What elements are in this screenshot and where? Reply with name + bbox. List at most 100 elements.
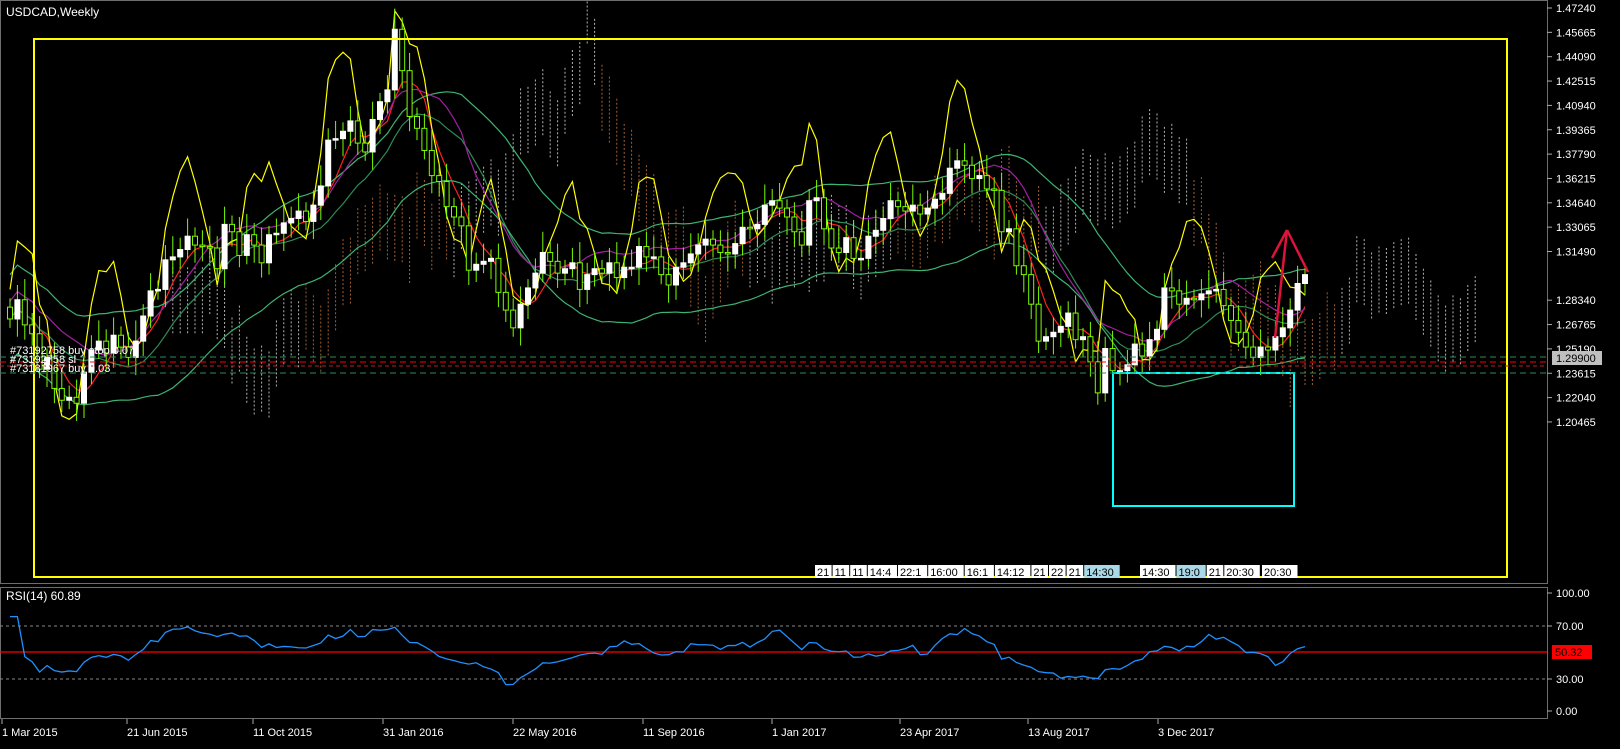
candle-body (1213, 288, 1220, 292)
candle-body (1176, 290, 1183, 305)
time-chip-label: 20:30 (1226, 567, 1254, 579)
time-chip-label: 11 (852, 567, 863, 579)
candle-body (902, 206, 909, 212)
candle-body (66, 396, 73, 401)
price-tick-label: 1.47240 (1556, 3, 1596, 15)
candle-body (665, 274, 672, 286)
candle-body (199, 244, 206, 248)
time-tick-label: 11 Sep 2016 (643, 727, 705, 739)
ma-purple (9, 88, 1306, 357)
price-tick-label: 1.44090 (1556, 52, 1596, 64)
candle-body (1043, 336, 1049, 342)
candle-body (599, 268, 605, 274)
chart-window[interactable]: 1.47240 1.45665 1.44090 1.42515 1.40940 1.393… (0, 0, 1620, 744)
price-tick-label: 1.45665 (1556, 27, 1596, 39)
time-axis[interactable]: 1 Mar 2015 21 Jun 2015 11 Oct 2015 31 Jan 2… (1, 719, 1214, 739)
candle-body (539, 251, 546, 274)
candle-body (724, 251, 731, 255)
rsi-title: RSI(14) 60.89 (6, 589, 81, 603)
candle-body (791, 216, 798, 233)
candle-body (821, 197, 827, 230)
candle-body (473, 263, 480, 271)
candle-body (850, 237, 857, 259)
time-chip-label: 22:1 (900, 567, 921, 579)
candle-body (1242, 331, 1249, 348)
candle-body (1020, 265, 1027, 276)
price-axis[interactable]: 1.47240 1.45665 1.44090 1.42515 1.40940 1.393… (1547, 3, 1596, 429)
candle-body (7, 306, 13, 320)
price-tick-label: 1.31490 (1556, 247, 1596, 259)
candle-body (1220, 288, 1227, 307)
candle-body (858, 257, 864, 261)
candle-body (1050, 331, 1057, 338)
price-tick-label: 1.42515 (1556, 76, 1596, 88)
candle-body (1117, 370, 1123, 373)
time-tick-label: 31 Jan 2016 (383, 727, 444, 739)
candle-body (1168, 287, 1175, 292)
candle-body (1183, 297, 1190, 305)
time-tick-label: 21 Jun 2015 (127, 727, 188, 739)
candle-body (1198, 293, 1205, 301)
candle-body (465, 225, 472, 271)
candle-body (643, 246, 650, 258)
order-label-buy: #73181967 buy 0.03 (10, 363, 110, 375)
candle-body (406, 70, 413, 117)
candle-body (147, 290, 154, 317)
time-tick-label: 13 Aug 2017 (1028, 727, 1090, 739)
time-chip-label: 14:30 (1086, 567, 1114, 579)
candle-body (991, 188, 998, 191)
candle-body (155, 288, 161, 292)
candle-body (806, 200, 813, 246)
candle-body (1272, 336, 1279, 351)
candle-body (414, 115, 420, 129)
candle-body (1235, 319, 1242, 333)
candle-body (739, 226, 746, 245)
candle-body (1287, 309, 1294, 329)
candle-body (932, 198, 938, 209)
candle-body (258, 244, 265, 264)
candle-body (835, 247, 842, 253)
price-tick-label: 1.33065 (1556, 222, 1596, 234)
candle-body (325, 139, 332, 187)
candle-body (969, 164, 975, 180)
candle-body (229, 223, 235, 233)
cyan-rectangle[interactable] (1112, 372, 1295, 507)
candle-body (428, 149, 435, 177)
candle-body (702, 238, 709, 246)
candle-body (946, 167, 953, 194)
time-chip-label: 21 (1209, 567, 1221, 579)
candle-body (532, 272, 539, 289)
candle-body (1065, 312, 1072, 327)
kijun-line (9, 113, 1306, 368)
candle-body (584, 274, 591, 290)
candle-body (140, 315, 147, 342)
candle-body (21, 299, 28, 326)
candle-body (206, 246, 213, 249)
candle-body (872, 229, 879, 237)
candle-body (502, 291, 509, 311)
candle-body (613, 262, 620, 279)
candle-body (650, 256, 657, 259)
rsi-panel-border (0, 587, 1548, 719)
candle-body (798, 231, 805, 246)
candle-body (384, 89, 391, 103)
price-tick-label: 1.22040 (1556, 393, 1596, 405)
time-tick-label: 23 Apr 2017 (900, 727, 959, 739)
candle-body (673, 266, 679, 286)
candle-body (895, 200, 901, 208)
candle-body (1057, 325, 1064, 333)
yellow-rectangle[interactable] (33, 38, 1508, 578)
candle-body (58, 387, 65, 401)
candle-body (1080, 336, 1086, 341)
candle-body (636, 246, 642, 268)
candle-body (236, 231, 243, 256)
candle-body (458, 216, 465, 227)
rsi-line (10, 615, 1306, 686)
time-chip-label: 19:0 (1179, 567, 1200, 579)
time-chip-label: 16:00 (930, 567, 958, 579)
candle-body (421, 127, 428, 151)
candle-body (843, 237, 850, 253)
price-tick-label: 1.39365 (1556, 125, 1596, 137)
candle-body (1302, 274, 1308, 285)
candle-body (761, 204, 768, 225)
